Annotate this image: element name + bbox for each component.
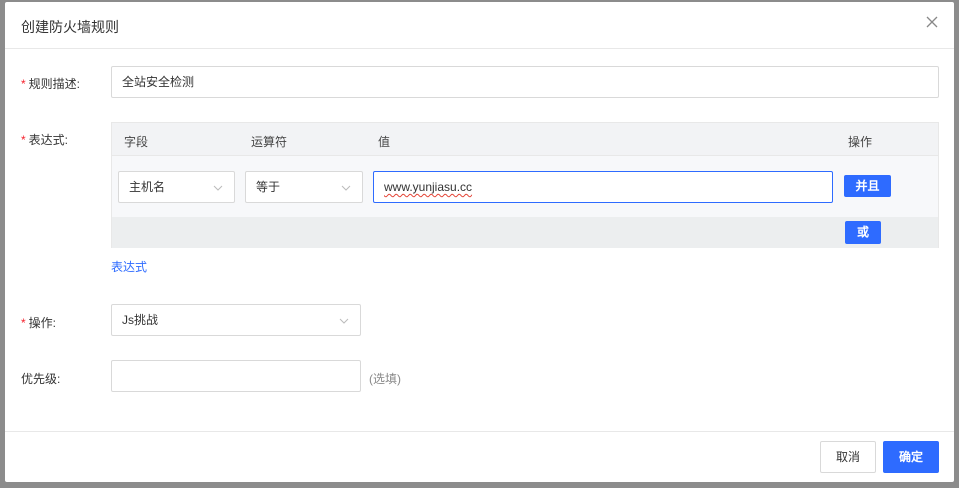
expression-table-header: 字段 运算符 值 操作 — [112, 123, 938, 156]
description-input[interactable]: 全站安全检测 — [111, 66, 939, 98]
required-mark: * — [21, 316, 26, 330]
expression-table: 字段 运算符 值 操作 主机名 等于 www.yunjiasu.cc 并且 或 — [111, 122, 939, 248]
and-button[interactable]: 并且 — [844, 175, 891, 197]
value-input[interactable]: www.yunjiasu.cc — [373, 171, 833, 203]
dialog-footer: 取消 确定 — [5, 431, 954, 482]
required-mark: * — [21, 133, 26, 147]
column-header-value: 值 — [378, 135, 391, 149]
column-header-action: 操作 — [848, 135, 873, 149]
add-expression-link[interactable]: 表达式 — [111, 258, 147, 275]
dialog-header: 创建防火墙规则 — [5, 2, 954, 49]
description-label: * 规则描述: — [21, 77, 81, 91]
action-select[interactable]: Js挑战 — [111, 304, 361, 336]
action-label: * 操作: — [21, 316, 57, 330]
expression-label: * 表达式: — [21, 133, 69, 147]
required-mark: * — [21, 77, 26, 91]
priority-input[interactable] — [111, 360, 361, 392]
expression-row: 主机名 等于 www.yunjiasu.cc 并且 — [112, 156, 938, 217]
dialog-title: 创建防火墙规则 — [21, 19, 119, 35]
or-button[interactable]: 或 — [845, 221, 881, 244]
confirm-button[interactable]: 确定 — [883, 441, 939, 473]
create-firewall-rule-dialog: 创建防火墙规则 * 规则描述: 全站安全检测 * 表达式: 字段 运算符 值 操作 … — [5, 2, 954, 482]
cancel-button[interactable]: 取消 — [820, 441, 876, 473]
operator-select[interactable]: 等于 — [245, 171, 363, 203]
column-header-operator: 运算符 — [251, 135, 288, 149]
close-icon[interactable] — [924, 14, 940, 30]
chevron-down-icon — [339, 318, 349, 324]
chevron-down-icon — [341, 185, 351, 191]
priority-label: 优先级: — [21, 372, 61, 386]
priority-hint: (选填) — [369, 372, 401, 386]
column-header-field: 字段 — [124, 135, 149, 149]
field-select[interactable]: 主机名 — [118, 171, 235, 203]
expression-table-footer: 或 — [112, 217, 938, 248]
chevron-down-icon — [213, 185, 223, 191]
